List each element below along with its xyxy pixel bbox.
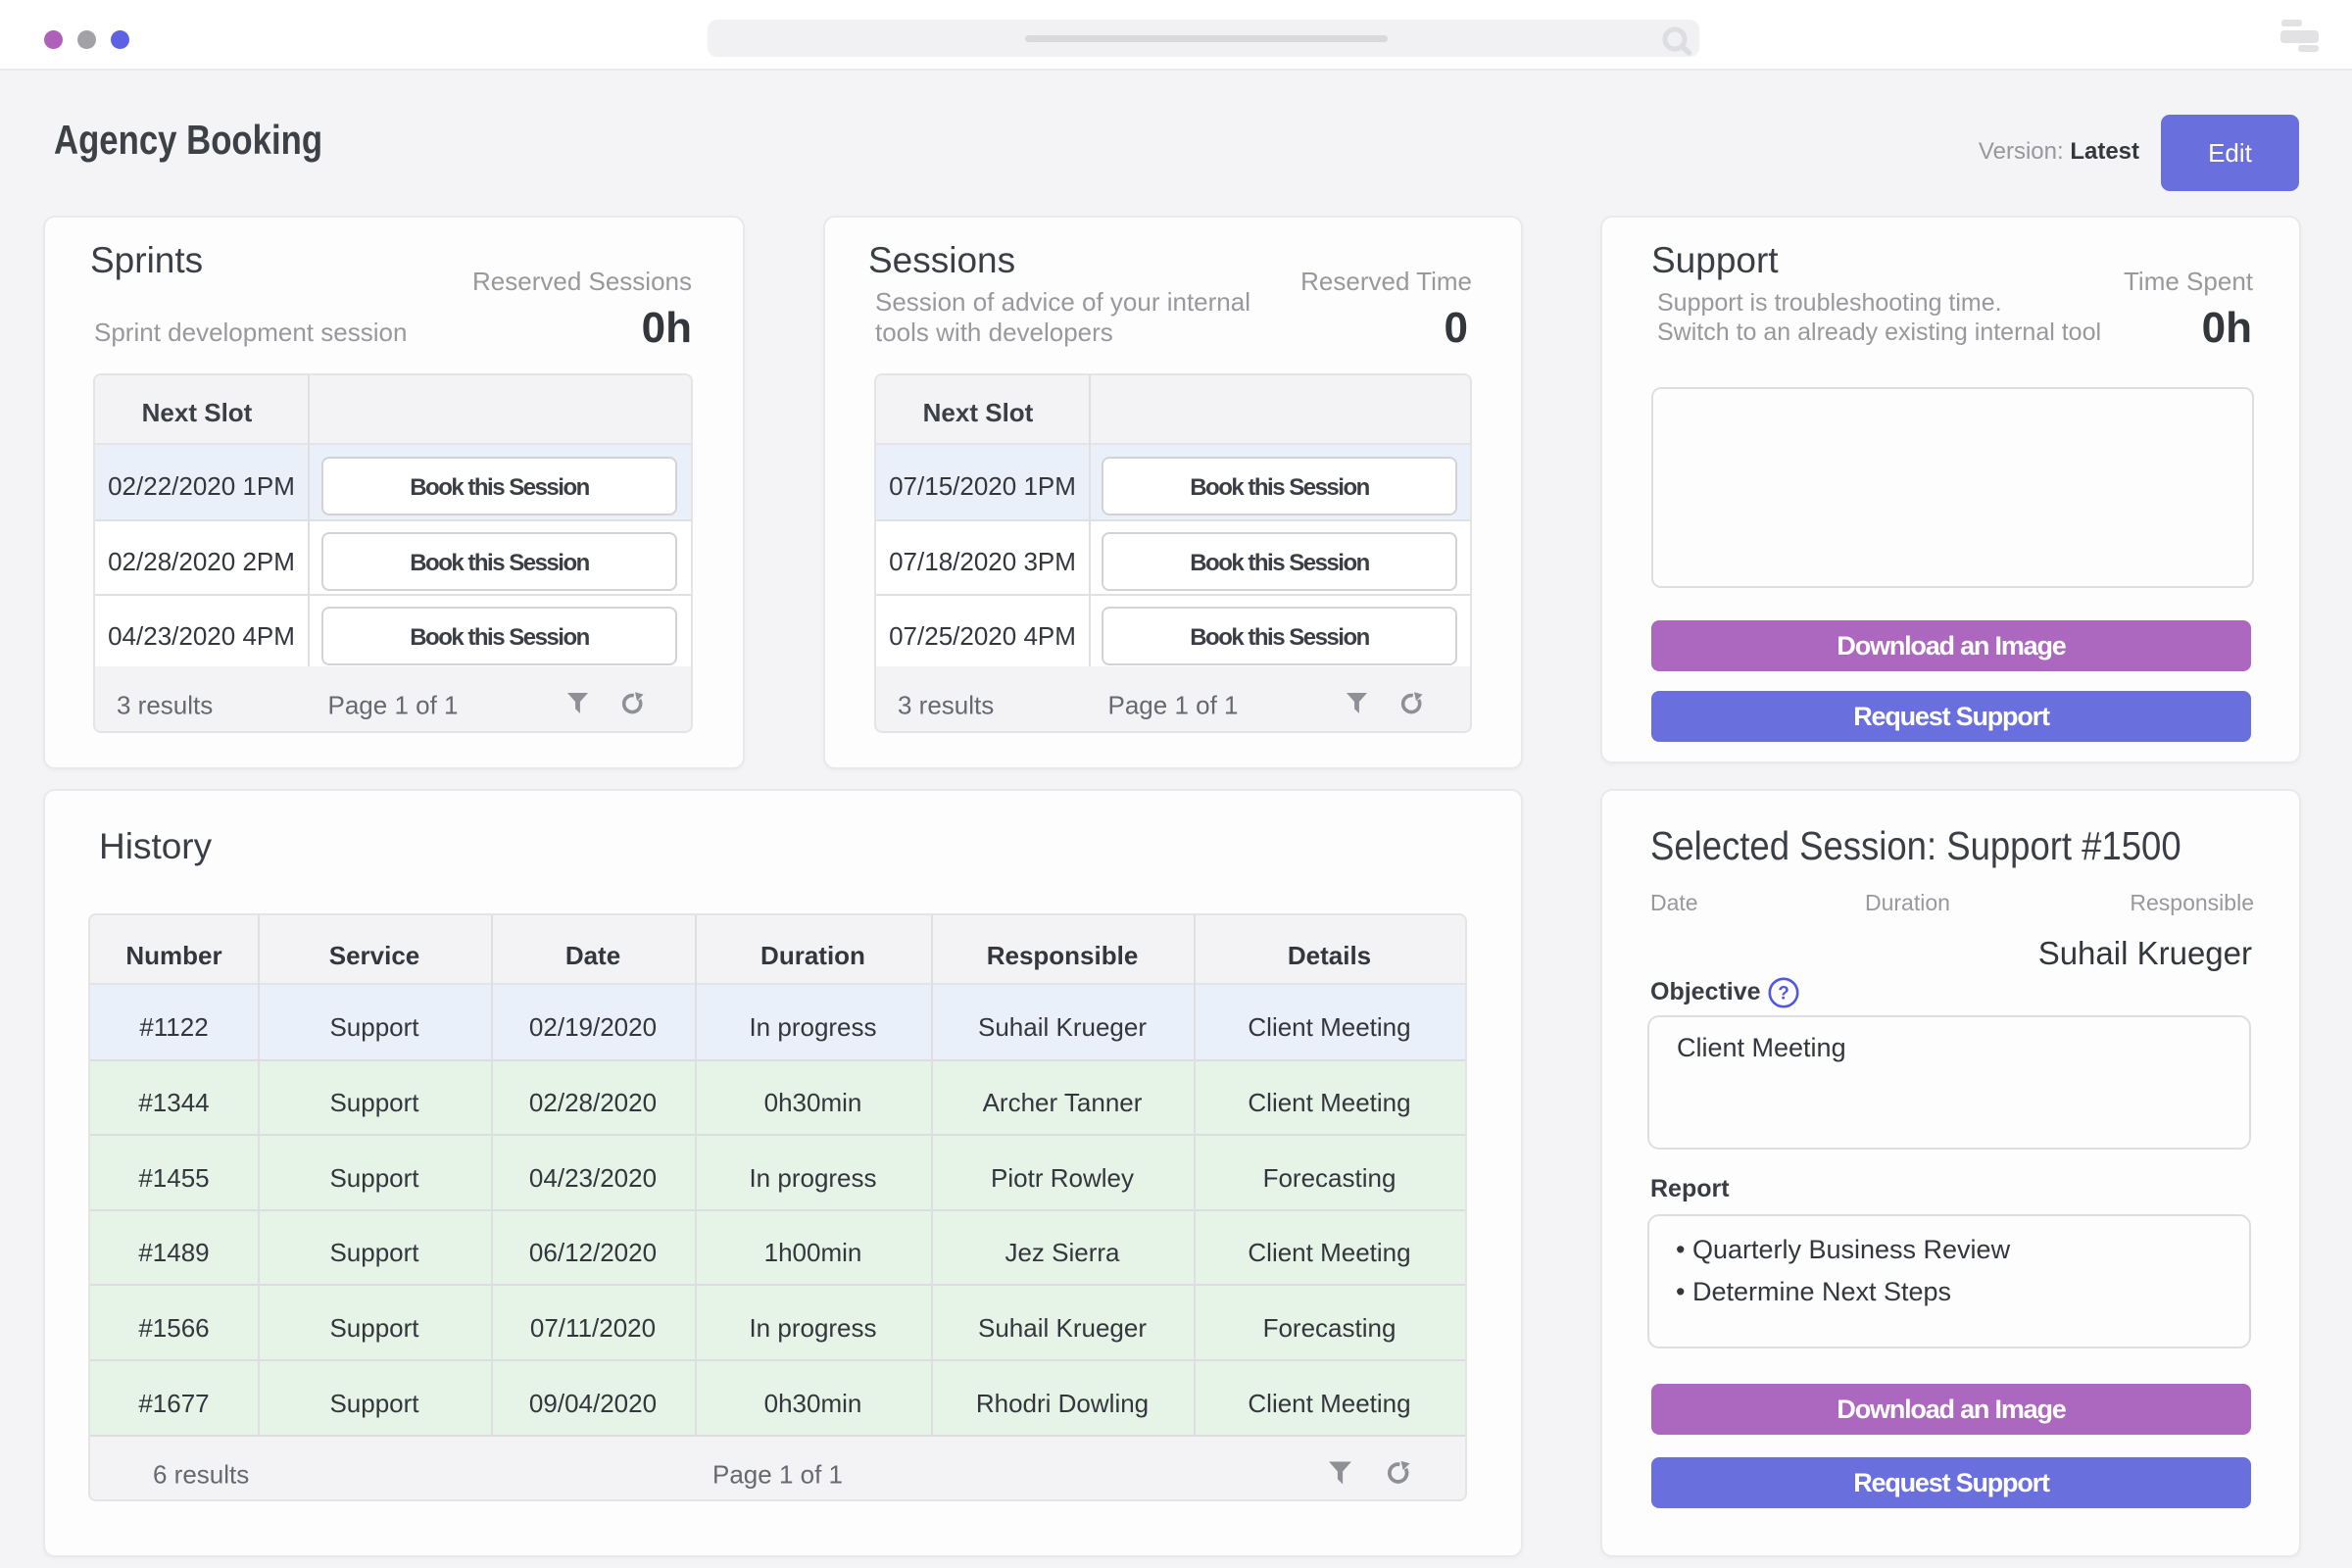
svg-text:?: ? — [1778, 984, 1789, 1004]
